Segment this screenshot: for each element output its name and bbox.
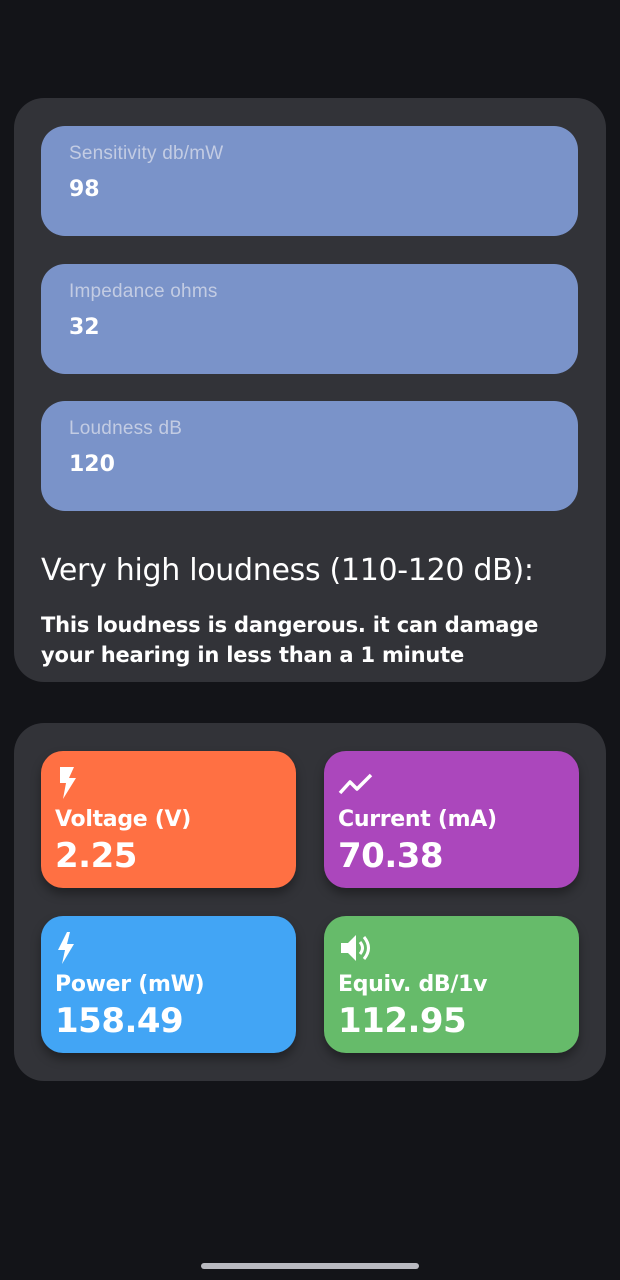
loudness-field[interactable]: Loudness dB 120 <box>41 401 578 511</box>
impedance-field[interactable]: Impedance ohms 32 <box>41 264 578 374</box>
flash-icon <box>55 932 282 964</box>
bolt-icon <box>55 767 282 799</box>
power-value: 158.49 <box>55 1001 184 1041</box>
app-screen: Sensitivity db/mW 98 Impedance ohms 32 L… <box>0 0 620 1280</box>
loudness-input[interactable]: 120 <box>69 452 550 477</box>
power-label: Power (mW) <box>55 972 205 997</box>
power-tile: Power (mW) 158.49 <box>41 916 296 1053</box>
warning-title: Very high loudness (110-120 dB): <box>41 553 534 588</box>
results-card: Voltage (V) 2.25 Current (mA) 70.38 Powe… <box>14 723 606 1081</box>
equiv-tile: Equiv. dB/1v 112.95 <box>324 916 579 1053</box>
equiv-label: Equiv. dB/1v <box>338 972 488 997</box>
trending-up-icon <box>338 767 565 799</box>
home-indicator[interactable] <box>201 1263 419 1269</box>
sensitivity-field[interactable]: Sensitivity db/mW 98 <box>41 126 578 236</box>
impedance-input[interactable]: 32 <box>69 315 550 340</box>
sensitivity-label: Sensitivity db/mW <box>69 143 224 164</box>
current-tile: Current (mA) 70.38 <box>324 751 579 888</box>
warning-text: This loudness is dangerous. it can damag… <box>41 613 539 667</box>
equiv-value: 112.95 <box>338 1001 467 1041</box>
voltage-label: Voltage (V) <box>55 807 192 832</box>
voltage-value: 2.25 <box>55 836 137 876</box>
input-card: Sensitivity db/mW 98 Impedance ohms 32 L… <box>14 98 606 682</box>
current-label: Current (mA) <box>338 807 497 832</box>
volume-icon <box>338 932 565 964</box>
sensitivity-input[interactable]: 98 <box>69 177 550 202</box>
impedance-label: Impedance ohms <box>69 281 218 302</box>
current-value: 70.38 <box>338 836 444 876</box>
voltage-tile: Voltage (V) 2.25 <box>41 751 296 888</box>
loudness-label: Loudness dB <box>69 418 183 439</box>
